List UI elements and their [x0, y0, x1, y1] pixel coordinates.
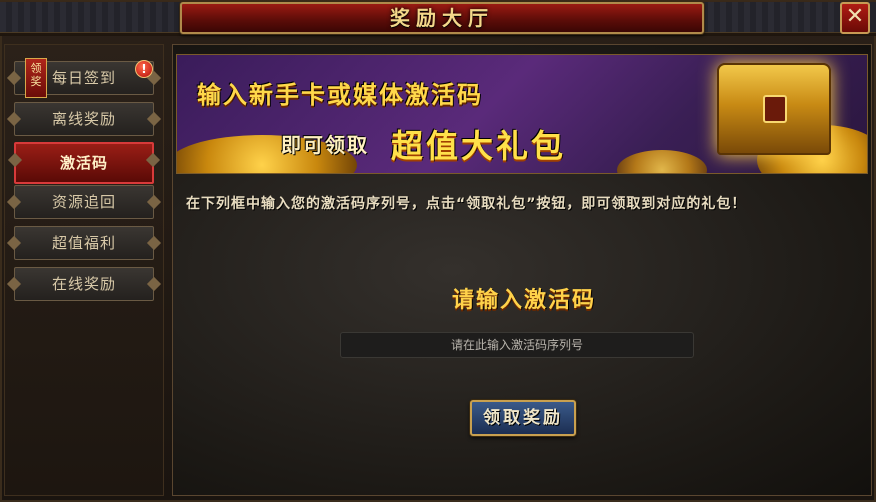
activation-code-input[interactable]: [340, 332, 694, 358]
sidebar-item-resource-recovery[interactable]: 资源追回: [14, 185, 154, 219]
sidebar-item-activation-code[interactable]: 激活码: [14, 142, 154, 184]
sidebar-item-value-welfare[interactable]: 超值福利: [14, 226, 154, 260]
sidebar-item-label: 资源追回: [51, 193, 116, 211]
sidebar-item-label: 离线奖励: [51, 110, 116, 128]
sidebar-item-label: 激活码: [59, 154, 108, 172]
banner-highlight: 超值大礼包: [391, 127, 567, 165]
claim-reward-button[interactable]: 领取奖励: [470, 400, 576, 436]
banner-subline: 即可领取: [281, 133, 369, 157]
sidebar-item-label: 超值福利: [51, 234, 116, 252]
claim-tag-badge: 领奖: [25, 58, 47, 98]
sidebar-item-offline-reward[interactable]: 离线奖励: [14, 102, 154, 136]
banner-headline: 输入新手卡或媒体激活码: [197, 81, 483, 109]
sidebar-item-daily-signin[interactable]: 领奖 每日签到 !: [14, 58, 154, 98]
code-prompt-heading: 请输入激活码: [451, 288, 596, 313]
alert-icon: !: [135, 60, 153, 78]
window-title: 奖励大厅: [390, 6, 494, 30]
title-plate: 奖励大厅: [180, 2, 704, 34]
treasure-chest-icon: [717, 63, 831, 155]
promo-banner: 输入新手卡或媒体激活码 即可领取 超值大礼包: [176, 54, 868, 174]
gold-coins-image: [617, 150, 707, 173]
title-bar: 奖励大厅 ✕: [0, 0, 876, 36]
close-button[interactable]: ✕: [840, 2, 870, 34]
instruction-text: 在下列框中输入您的激活码序列号，点击“领取礼包”按钮，即可领取到对应的礼包！: [186, 196, 747, 212]
